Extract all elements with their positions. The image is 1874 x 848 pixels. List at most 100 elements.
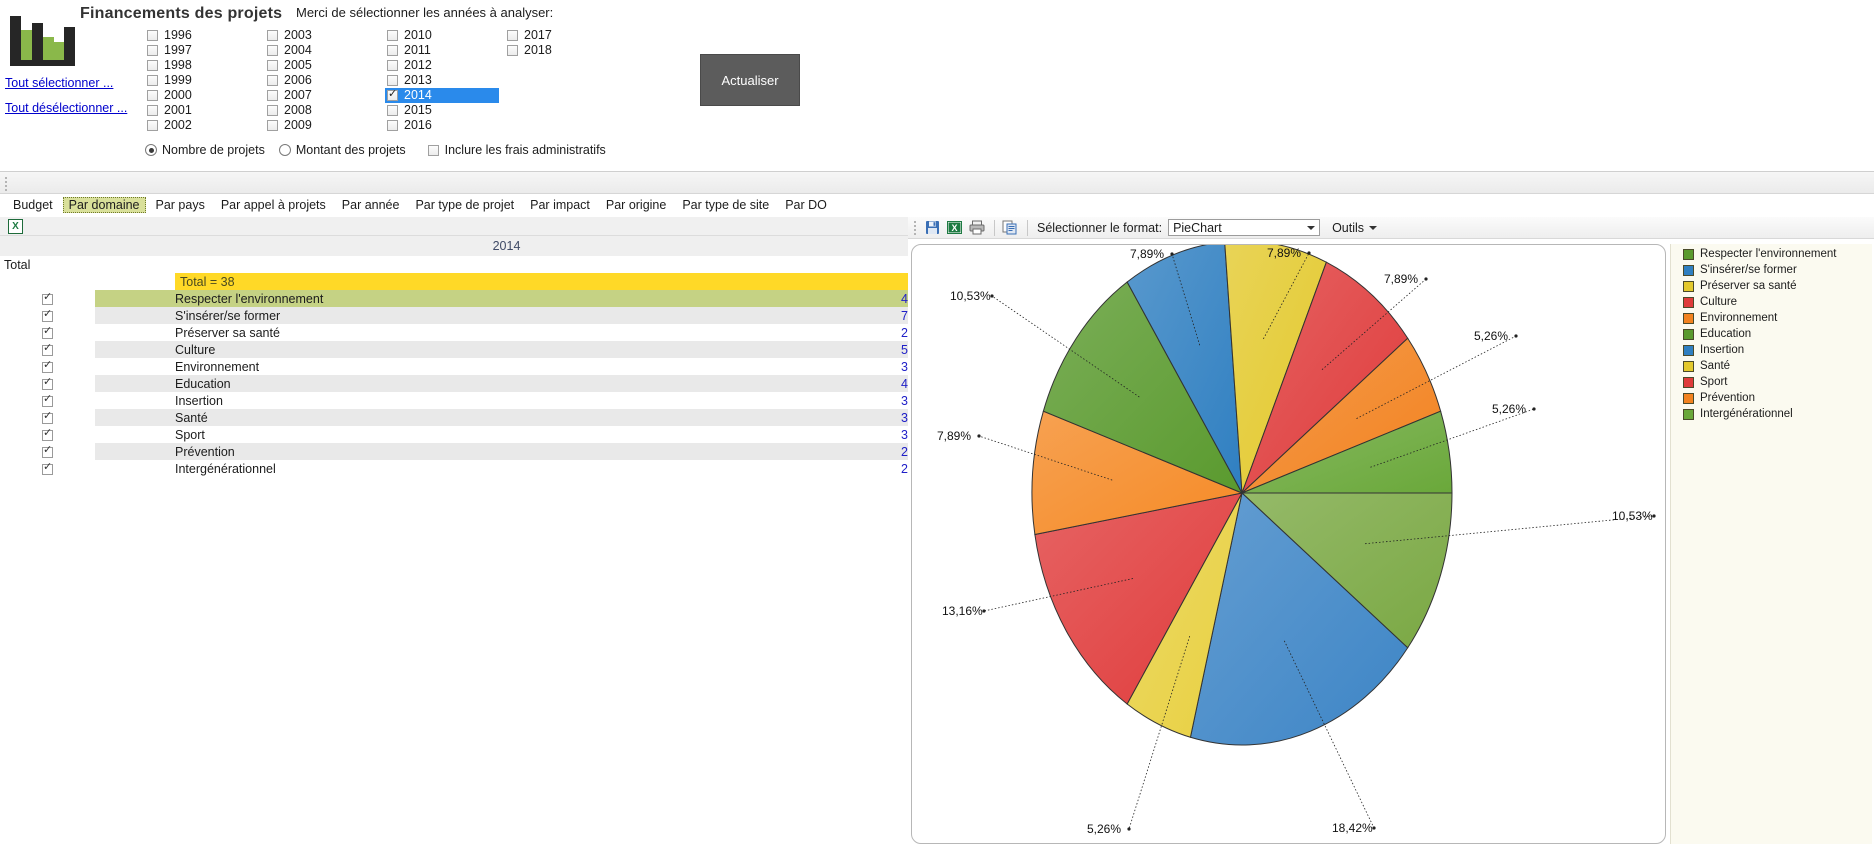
print-icon[interactable]: [967, 219, 986, 237]
year-checkbox-2002[interactable]: 2002: [145, 118, 265, 133]
excel-export-icon[interactable]: X: [8, 219, 23, 234]
checkbox-checked-icon[interactable]: [42, 427, 53, 441]
year-checkbox-2007[interactable]: 2007: [265, 88, 385, 103]
legend-item[interactable]: Education: [1671, 326, 1872, 342]
checkbox-checked-icon[interactable]: [42, 342, 53, 356]
table-row[interactable]: Education4: [0, 375, 908, 392]
row-checkbox-cell[interactable]: [0, 307, 95, 324]
year-checkbox-1997[interactable]: 1997: [145, 43, 265, 58]
year-checkbox-1999[interactable]: 1999: [145, 73, 265, 88]
year-checkbox-1996[interactable]: 1996: [145, 28, 265, 43]
checkbox-checked-icon[interactable]: [42, 444, 53, 458]
row-label: Sport: [175, 427, 205, 442]
radio-nombre-de-projets[interactable]: Nombre de projets: [145, 143, 265, 157]
legend-item[interactable]: S'insérer/se former: [1671, 262, 1872, 278]
tab-par-type-de-projet[interactable]: Par type de projet: [409, 197, 520, 213]
pie-chart-area[interactable]: 10,53% 18,42% 5,26% 13,16% 7,89% 10,53% 7,89% 7…: [911, 240, 1666, 844]
year-checkbox-1998[interactable]: 1998: [145, 58, 265, 73]
table-row[interactable]: Prévention2: [0, 443, 908, 460]
tab-par-do[interactable]: Par DO: [779, 197, 833, 213]
tab-par-type-de-site[interactable]: Par type de site: [676, 197, 775, 213]
copy-icon[interactable]: [1000, 219, 1019, 237]
checkbox-icon: [147, 60, 158, 71]
checkbox-checked-icon[interactable]: [42, 376, 53, 390]
checkbox-checked-icon[interactable]: [42, 291, 53, 305]
year-checkbox-2003[interactable]: 2003: [265, 28, 385, 43]
year-checkbox-2006[interactable]: 2006: [265, 73, 385, 88]
checkbox-frais-administratifs[interactable]: Inclure les frais administratifs: [427, 143, 606, 157]
select-all-link[interactable]: Tout sélectionner ...: [5, 76, 113, 90]
tab-par-domaine[interactable]: Par domaine: [62, 197, 146, 213]
checkbox-checked-icon[interactable]: [42, 410, 53, 424]
tab-par-ann-e[interactable]: Par année: [336, 197, 406, 213]
year-checkbox-2008[interactable]: 2008: [265, 103, 385, 118]
legend-item[interactable]: Environnement: [1671, 310, 1872, 326]
table-row[interactable]: S'insérer/se former7: [0, 307, 908, 324]
table-row[interactable]: Respecter l'environnement4: [0, 290, 908, 307]
table-row[interactable]: Sport 3: [0, 426, 908, 443]
year-checkbox-2005[interactable]: 2005: [265, 58, 385, 73]
tab-par-impact[interactable]: Par impact: [524, 197, 596, 213]
pie-chart-svg[interactable]: 10,53% 18,42% 5,26% 13,16% 7,89% 10,53% 7,89% 7…: [912, 240, 1665, 843]
row-checkbox-cell[interactable]: [0, 324, 95, 341]
tab-budget[interactable]: Budget: [7, 197, 59, 213]
checkbox-checked-icon[interactable]: [42, 461, 53, 475]
legend-item[interactable]: Intergénérationnel: [1671, 406, 1872, 422]
checkbox-checked-icon[interactable]: [42, 393, 53, 407]
table-row[interactable]: Intergénérationnel 2: [0, 460, 908, 477]
legend-item[interactable]: Culture: [1671, 294, 1872, 310]
row-label: Santé: [175, 409, 838, 426]
row-checkbox-cell[interactable]: [0, 443, 95, 460]
tab-par-pays[interactable]: Par pays: [150, 197, 211, 213]
tab-par-appel-projets[interactable]: Par appel à projets: [215, 197, 332, 213]
year-checkbox-2013[interactable]: 2013: [385, 73, 505, 88]
legend-item[interactable]: Santé: [1671, 358, 1872, 374]
legend-item[interactable]: Sport: [1671, 374, 1872, 390]
table-row[interactable]: Environnement 3: [0, 358, 908, 375]
year-checkbox-2001[interactable]: 2001: [145, 103, 265, 118]
row-checkbox-cell[interactable]: [0, 426, 95, 443]
year-label: 1998: [164, 58, 192, 72]
excel-export-icon[interactable]: X: [945, 219, 964, 237]
radio-montant-des-projets[interactable]: Montant des projets: [278, 143, 406, 157]
refresh-button[interactable]: Actualiser: [700, 54, 800, 106]
year-checkbox-2010[interactable]: 2010: [385, 28, 505, 43]
legend-item[interactable]: Insertion: [1671, 342, 1872, 358]
table-row[interactable]: Préserver sa santé 2: [0, 324, 908, 341]
year-checkbox-2017[interactable]: 2017: [505, 28, 625, 43]
table-row[interactable]: Insertion 3: [0, 392, 908, 409]
tab-par-origine[interactable]: Par origine: [600, 197, 672, 213]
row-checkbox-cell[interactable]: [0, 375, 95, 392]
year-checkbox-2004[interactable]: 2004: [265, 43, 385, 58]
year-checkbox-2000[interactable]: 2000: [145, 88, 265, 103]
row-checkbox-cell[interactable]: [0, 392, 95, 409]
legend-item[interactable]: Préserver sa santé: [1671, 278, 1872, 294]
format-select[interactable]: PieChart: [1168, 219, 1321, 236]
deselect-all-link[interactable]: Tout désélectionner ...: [5, 101, 127, 115]
row-checkbox-cell[interactable]: [0, 460, 95, 477]
splitter-grip-icon[interactable]: [5, 177, 8, 191]
table-row[interactable]: Culture5: [0, 341, 908, 358]
legend-item[interactable]: Respecter l'environnement: [1671, 246, 1872, 262]
save-disk-icon[interactable]: [923, 219, 942, 237]
year-checkbox-2012[interactable]: 2012: [385, 58, 505, 73]
row-value: 3: [838, 409, 908, 426]
year-checkbox-2014[interactable]: 2014: [385, 88, 499, 103]
tools-menu-button[interactable]: Outils: [1332, 221, 1378, 235]
year-checkbox-2011[interactable]: 2011: [385, 43, 505, 58]
year-checkbox-2018[interactable]: 2018: [505, 43, 625, 58]
year-checkbox-2009[interactable]: 2009: [265, 118, 385, 133]
row-checkbox-cell[interactable]: [0, 409, 95, 426]
row-checkbox-cell[interactable]: [0, 290, 95, 307]
checkbox-checked-icon[interactable]: [42, 359, 53, 373]
row-checkbox-cell[interactable]: [0, 341, 95, 358]
table-row[interactable]: Santé3: [0, 409, 908, 426]
legend-item[interactable]: Prévention: [1671, 390, 1872, 406]
year-checkbox-2016[interactable]: 2016: [385, 118, 505, 133]
checkbox-checked-icon[interactable]: [42, 308, 53, 322]
splitter-bar[interactable]: [0, 172, 1874, 194]
row-checkbox-cell[interactable]: [0, 358, 95, 375]
toolbar-grip-icon[interactable]: [914, 221, 917, 235]
checkbox-checked-icon[interactable]: [42, 325, 53, 339]
year-checkbox-2015[interactable]: 2015: [385, 103, 505, 118]
